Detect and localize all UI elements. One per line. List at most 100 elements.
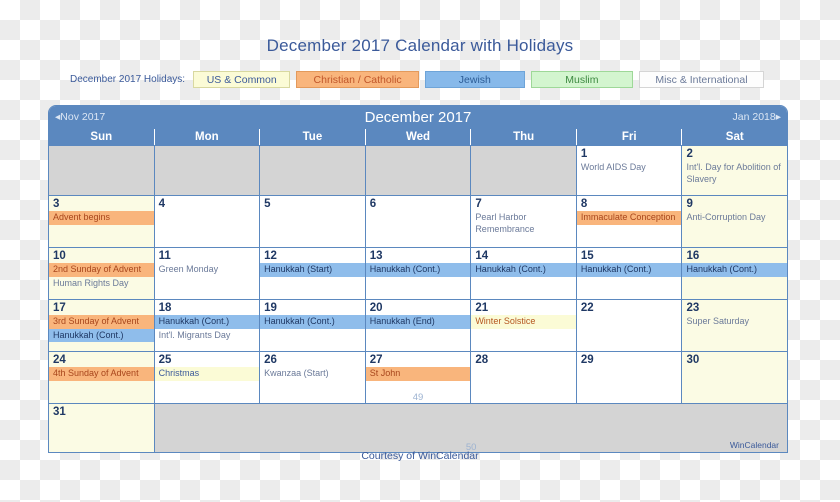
calendar-day-cell[interactable]: 16 Hanukkah (Cont.) [681, 248, 788, 299]
day-event[interactable]: Hanukkah (Start) [260, 263, 365, 277]
calendar-day-cell[interactable]: 13 Hanukkah (Cont.) [364, 248, 471, 299]
day-number: 15 [580, 250, 594, 262]
day-event[interactable]: World AIDS Day [577, 161, 682, 175]
day-number: 12 [264, 250, 277, 262]
day-number: 22 [580, 302, 594, 314]
weekday-header-tue: Tue [259, 129, 365, 145]
holiday-legend: December 2017 Holidays: US & Common Chri… [70, 70, 770, 88]
day-event[interactable]: Christmas [154, 367, 260, 381]
day-event[interactable]: Hanukkah (Cont.) [471, 263, 576, 277]
day-event[interactable]: Anti-Corruption Day [682, 211, 787, 225]
calendar-day-cell[interactable]: 4 [153, 196, 260, 247]
day-number: 8 [580, 198, 588, 210]
calendar-day-cell[interactable]: 22 [575, 300, 682, 351]
day-event[interactable]: Green Monday [155, 263, 260, 277]
week-number-49: 49 [412, 392, 424, 403]
day-event[interactable]: Hanukkah (Cont.) [365, 263, 471, 277]
legend-item-muslim[interactable]: Muslim [530, 70, 633, 88]
calendar-day-cell[interactable]: 19 Hanukkah (Cont.) [259, 300, 365, 351]
day-number: 20 [369, 302, 383, 314]
calendar-day-cell[interactable]: 31 [49, 404, 155, 452]
day-number: 14 [475, 250, 489, 262]
page-title: December 2017 Calendar with Holidays [266, 36, 574, 55]
weekday-header-sun: Sun [90, 131, 113, 143]
day-number: 9 [686, 198, 693, 210]
day-number: 11 [158, 250, 171, 262]
calendar-day-cell[interactable]: 7 Pearl Harbor Remembrance [470, 196, 576, 247]
day-event[interactable]: Kwanzaa (Start) [260, 367, 365, 381]
calendar-day-cell[interactable]: 21 Winter Solstice [470, 300, 576, 351]
day-event[interactable]: Hanukkah (End) [365, 315, 471, 329]
day-number: 5 [264, 198, 271, 210]
day-number: 4 [158, 198, 165, 210]
calendar-day-cell[interactable]: 8 Immaculate Conception [575, 196, 682, 247]
day-number: 26 [264, 354, 277, 366]
calendar-day-cell[interactable]: 10 2nd Sunday of Advent Human Rights Day [49, 248, 154, 299]
day-event[interactable]: Pearl Harbor Remembrance [471, 211, 576, 236]
day-number: 13 [369, 250, 383, 262]
calendar-day-cell[interactable]: 14 Hanukkah (Cont.) [470, 248, 576, 299]
day-number: 25 [158, 354, 172, 366]
day-event[interactable]: Hanukkah (Cont.) [576, 263, 682, 277]
day-number: 19 [264, 302, 277, 314]
legend-item-us-common[interactable]: US & Common [193, 70, 291, 88]
legend-item-christian-catholic[interactable]: Christian / Catholic [296, 70, 419, 88]
day-number: 29 [580, 354, 594, 366]
calendar-week-row: 24 4th Sunday of Advent 25 Christmas 26 Kwanz… [49, 351, 788, 403]
day-event[interactable]: Hanukkah (Cont.) [154, 315, 260, 329]
day-event[interactable]: St John [365, 367, 471, 381]
calendar-week-row: 10 2nd Sunday of Advent Human Rights Day 11… [49, 247, 788, 299]
calendar-cell-empty [153, 146, 260, 195]
calendar-cell-empty [259, 146, 365, 195]
day-number: 27 [369, 354, 383, 366]
calendar-day-cell[interactable]: 20 Hanukkah (End) [364, 300, 471, 351]
calendar-week-row: 1 World AIDS Day 2 Int'l. Day for Abolition… [49, 145, 788, 195]
weekday-header-thu: Thu [470, 129, 576, 145]
day-event[interactable]: Hanukkah (Cont.) [682, 263, 788, 277]
calendar-day-cell[interactable]: 6 [364, 196, 471, 247]
legend-label: December 2017 Holidays: [70, 73, 186, 85]
calendar-cell-empty [470, 146, 576, 195]
calendar-day-cell[interactable]: 17 3rd Sunday of Advent Hanukkah (Cont.) [49, 300, 154, 351]
day-number: 10 [53, 250, 66, 262]
day-event[interactable]: 3rd Sunday of Advent [49, 315, 154, 329]
calendar-day-cell[interactable]: 15 Hanukkah (Cont.) [575, 248, 682, 299]
calendar-day-cell[interactable]: 2 Int'l. Day for Abolition of Slavery [681, 146, 788, 195]
calendar-day-cell[interactable]: 3 Advent begins [49, 196, 154, 247]
calendar-day-cell[interactable]: 5 [259, 196, 365, 247]
day-number: 31 [53, 406, 66, 418]
day-number: 21 [475, 302, 489, 314]
weekday-header-mon: Mon [153, 129, 260, 145]
day-event[interactable]: 4th Sunday of Advent [49, 367, 154, 381]
calendar-cell-empty [49, 146, 154, 195]
weekday-header-row: Sun Mon Tue Wed Thu Fri Sat [49, 129, 787, 145]
weekday-header-sat: Sat [681, 129, 787, 145]
day-event[interactable]: Immaculate Conception [576, 211, 682, 225]
day-number: 7 [475, 198, 482, 210]
calendar-day-cell[interactable]: 12 Hanukkah (Start) [259, 248, 365, 299]
day-event[interactable]: Hanukkah (Cont.) [260, 315, 365, 329]
day-event[interactable]: Advent begins [49, 211, 154, 225]
day-event[interactable]: Int'l. Day for Abolition of Slavery [682, 161, 787, 186]
weekday-header-fri: Fri [575, 129, 682, 145]
calendar-day-cell[interactable]: 18 Hanukkah (Cont.) Int'l. Migrants Day [153, 300, 260, 351]
day-event[interactable]: Super Saturday [682, 315, 787, 329]
day-event[interactable]: Winter Solstice [471, 315, 576, 329]
calendar-day-cell[interactable]: 11 Green Monday [153, 248, 260, 299]
day-event[interactable]: Hanukkah (Cont.) [49, 328, 154, 342]
calendar-day-cell[interactable]: 23 Super Saturday [681, 300, 788, 351]
legend-item-misc-international[interactable]: Misc & International [638, 70, 764, 88]
calendar-day-cell[interactable]: 9 Anti-Corruption Day [681, 196, 788, 247]
calendar-trailing-blank: WinCalendar 50 [154, 404, 787, 453]
calendar-widget: ◂Nov 2017 December 2017 Jan 2018▸ Sun Mo… [48, 105, 788, 453]
day-number: 18 [158, 302, 172, 314]
day-event[interactable]: Human Rights Day [49, 277, 154, 291]
calendar-day-cell[interactable]: 1 World AIDS Day [575, 146, 682, 195]
calendar-cell-empty [364, 146, 471, 195]
day-event[interactable]: Int'l. Migrants Day [155, 329, 260, 343]
day-event[interactable]: 2nd Sunday of Advent [49, 263, 154, 277]
legend-item-jewish[interactable]: Jewish [424, 70, 525, 88]
next-month-link[interactable]: Jan 2018▸ [733, 106, 781, 129]
calendar-week-row: 31 WinCalendar 50 [49, 403, 787, 453]
day-number: 2 [686, 148, 693, 160]
